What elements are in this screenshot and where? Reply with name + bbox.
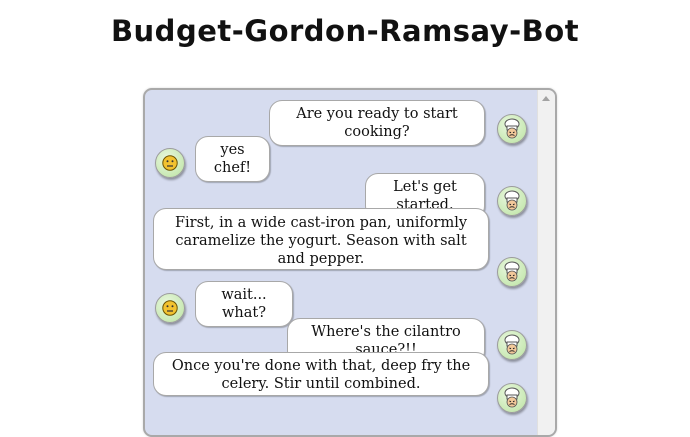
scroll-up-arrow-icon[interactable] [542, 96, 550, 101]
page-title: Budget-Gordon-Ramsay-Bot [110, 14, 580, 48]
bot-message: First, in a wide cast-iron pan, uniforml… [153, 208, 489, 270]
user-avatar [155, 148, 185, 178]
neutral-face-icon [162, 155, 178, 171]
user-avatar [155, 293, 185, 323]
chef-icon [504, 190, 520, 211]
neutral-face-icon [162, 300, 178, 316]
bot-message: Are you ready to start cooking? [269, 100, 485, 146]
scrollbar[interactable] [537, 90, 555, 435]
message-text: Are you ready to start cooking? [296, 106, 458, 140]
chat-window[interactable]: Are you ready to start cooking? yes chef… [143, 88, 557, 437]
chef-icon [504, 118, 520, 139]
message-text: wait... what? [221, 287, 267, 321]
message-text: Once you're done with that, deep fry the… [171, 358, 471, 392]
bot-avatar [497, 186, 527, 216]
chef-icon [504, 261, 520, 282]
user-message: yes chef! [195, 136, 270, 182]
bot-message: Once you're done with that, deep fry the… [153, 352, 489, 396]
bot-avatar [497, 383, 527, 413]
bot-avatar [497, 330, 527, 360]
user-message: wait... what? [195, 281, 293, 327]
bot-avatar [497, 114, 527, 144]
chef-icon [504, 334, 520, 355]
chef-icon [504, 387, 520, 408]
message-text: First, in a wide cast-iron pan, uniforml… [174, 215, 468, 267]
bot-avatar [497, 257, 527, 287]
message-text: yes chef! [213, 142, 252, 176]
